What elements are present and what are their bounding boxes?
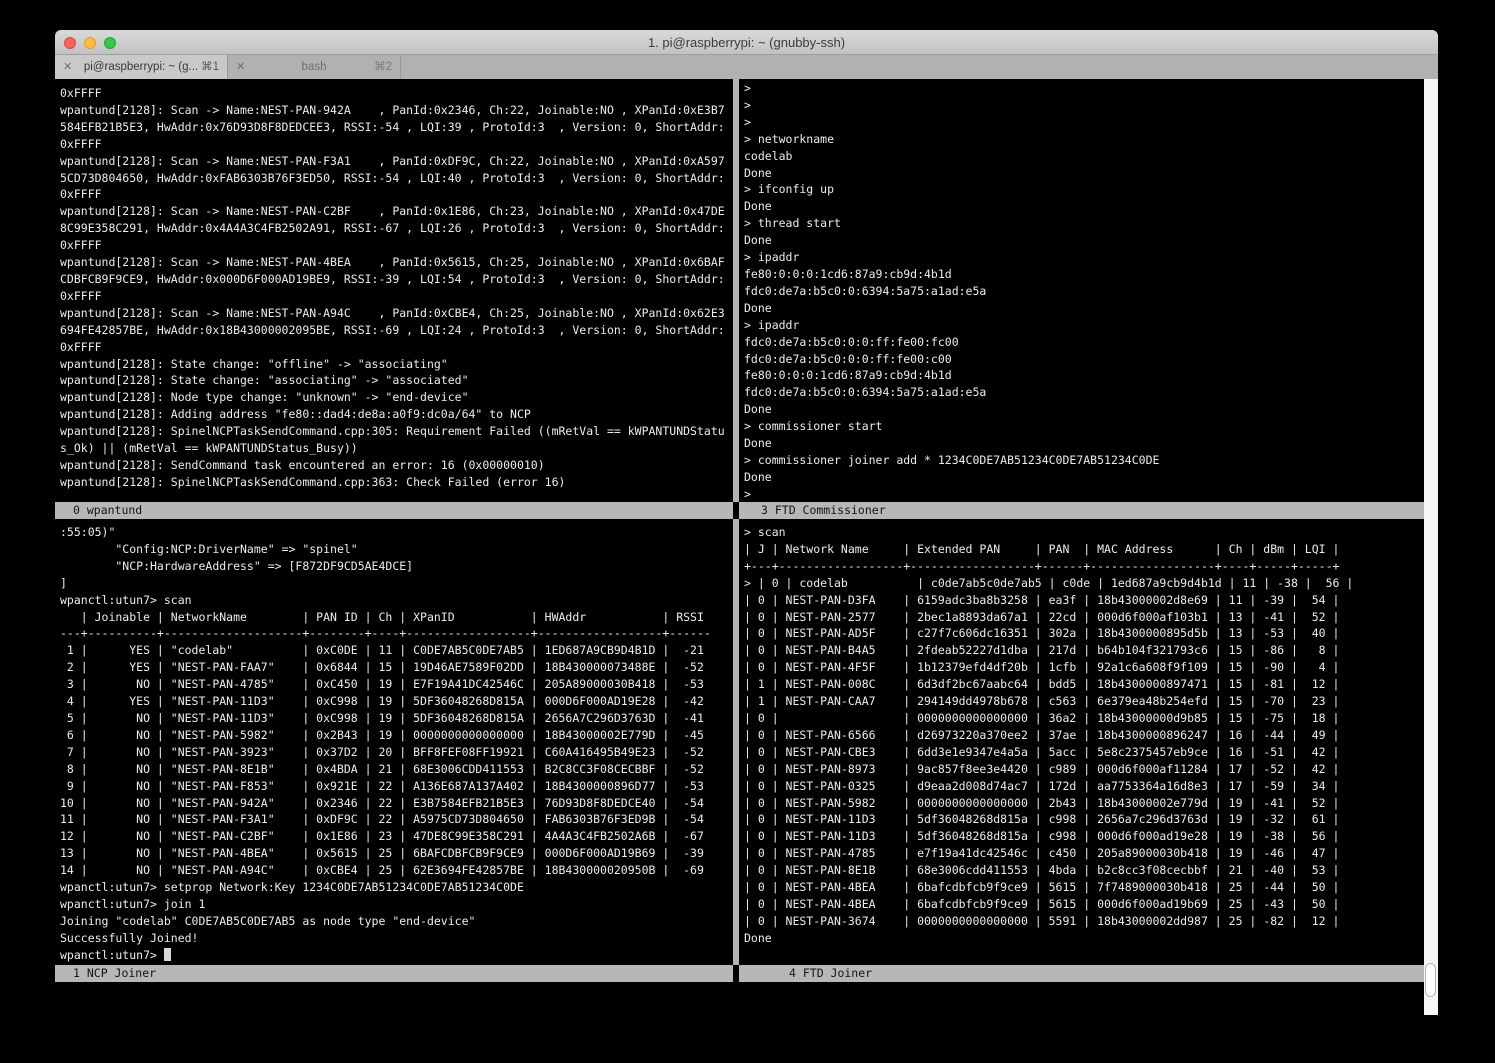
pane-ftd-joiner[interactable]: > scan | J | Network Name | Extended PAN… xyxy=(744,524,1424,965)
pane-title-ftd-commissioner: 3 FTD Commissioner xyxy=(739,502,1424,519)
terminal-cursor xyxy=(164,948,171,961)
pane-divider[interactable] xyxy=(733,519,739,965)
terminal-window: 1. pi@raspberrypi: ~ (gnubby-ssh) ✕ pi@r… xyxy=(55,30,1438,1015)
terminal-content: 0xFFFF wpantund[2128]: Scan -> Name:NEST… xyxy=(55,79,1438,1015)
pane-ncp-joiner[interactable]: :55:05)" "Config:NCP:DriverName" => "spi… xyxy=(60,524,733,965)
window-title: 1. pi@raspberrypi: ~ (gnubby-ssh) xyxy=(55,30,1438,55)
scrollbar-thumb[interactable] xyxy=(1425,963,1436,997)
pane-title-wpantund: 0 wpantund xyxy=(55,502,733,519)
pane-ftd-commissioner[interactable]: > > > > networkname codelab Done > ifcon… xyxy=(744,80,1424,502)
pane-divider[interactable] xyxy=(733,79,739,502)
pane-title-ftd-joiner: 4 FTD Joiner xyxy=(739,965,1424,982)
window-titlebar[interactable]: 1. pi@raspberrypi: ~ (gnubby-ssh) xyxy=(55,30,1438,55)
pane-wpantund-log[interactable]: 0xFFFF wpantund[2128]: Scan -> Name:NEST… xyxy=(60,85,733,502)
tab-bash[interactable]: ✕ bash ⌘2 xyxy=(228,55,401,79)
pane-title-ncp-joiner: 1 NCP Joiner xyxy=(55,965,733,982)
wpanctl-prompt-line[interactable]: wpanctl:utun7> xyxy=(60,947,171,964)
tab-ssh-session[interactable]: ✕ pi@raspberrypi: ~ (g... ⌘1 xyxy=(55,55,228,79)
scrollbar-track[interactable] xyxy=(1424,79,1438,1015)
tab-shortcut: ⌘2 xyxy=(374,55,392,79)
wpanctl-prompt: wpanctl:utun7> xyxy=(60,948,157,962)
tab-bar: ✕ pi@raspberrypi: ~ (g... ⌘1 ✕ bash ⌘2 xyxy=(55,55,1438,79)
tab-shortcut: ⌘1 xyxy=(201,55,219,79)
